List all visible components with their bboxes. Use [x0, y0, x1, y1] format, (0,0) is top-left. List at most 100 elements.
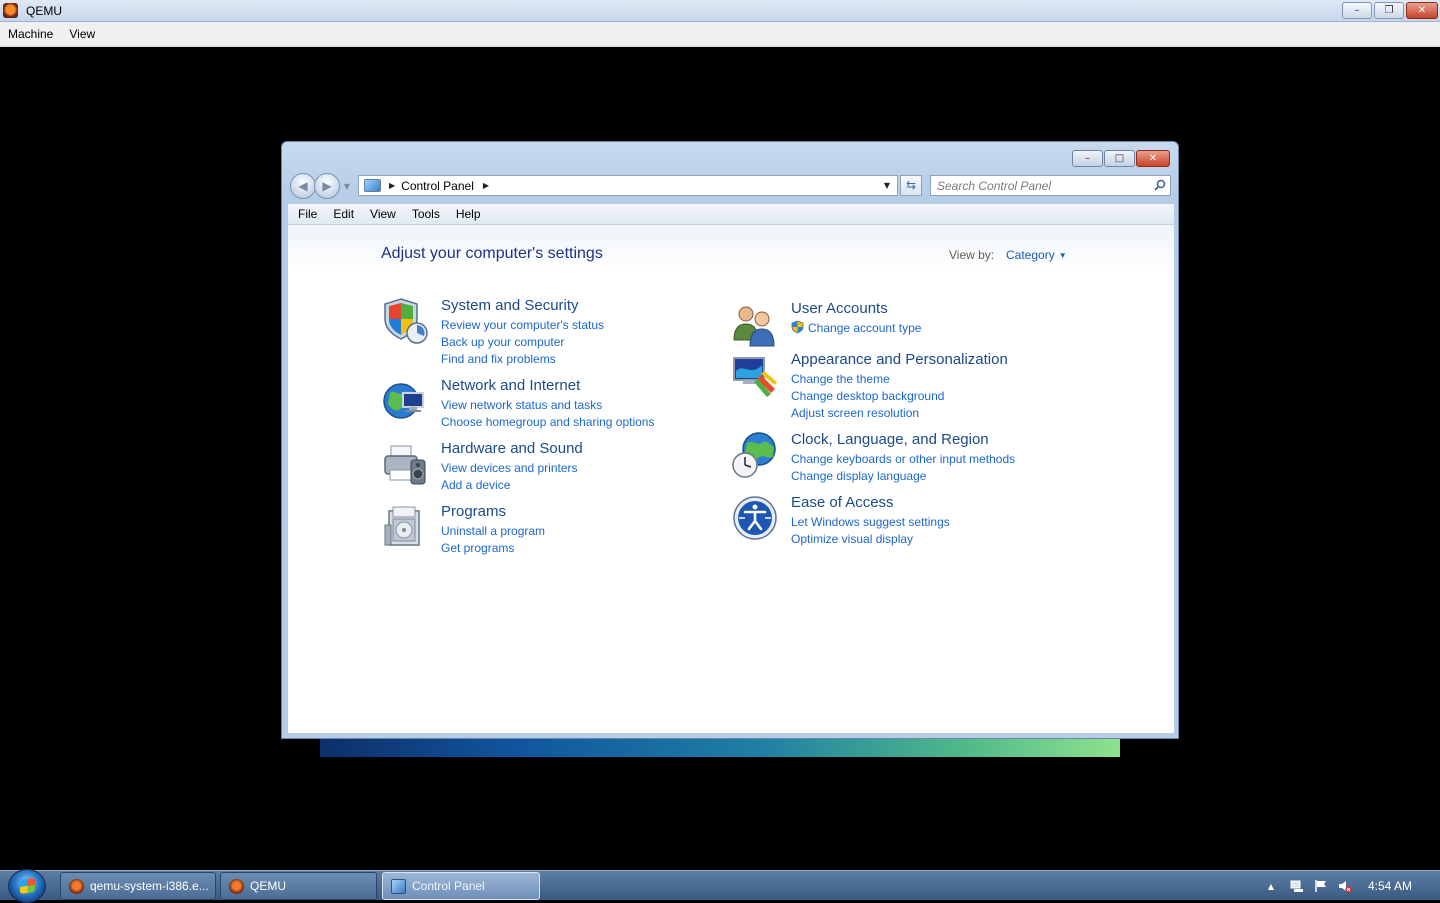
window-menubar: File Edit View Tools Help	[288, 203, 1174, 225]
minimize-button[interactable]: –	[1072, 150, 1103, 167]
taskbar-button-qemu-system[interactable]: qemu-system-i386.e...	[60, 872, 216, 900]
category-title[interactable]: Appearance and Personalization	[791, 351, 1008, 368]
guest-screen: – □ ✕ ◀ ▶ ▼ ▶ Control Panel ▶ ▼ ⇆ File E	[0, 47, 1440, 870]
taskbar-button-label[interactable]: Control Panel	[412, 879, 485, 893]
link-homegroup-sharing[interactable]: Choose homegroup and sharing options	[441, 414, 654, 431]
menu-edit[interactable]: Edit	[333, 207, 354, 221]
link-get-programs[interactable]: Get programs	[441, 540, 545, 557]
programs-box-icon	[384, 506, 420, 546]
clock-globe-icon	[732, 432, 776, 478]
category-links: Change the theme Change desktop backgrou…	[791, 371, 944, 422]
taskbar-button-label[interactable]: qemu-system-i386.e...	[90, 879, 209, 893]
menu-tools[interactable]: Tools	[412, 207, 440, 221]
category-links: Change keyboards or other input methods …	[791, 451, 1015, 485]
link-display-language[interactable]: Change display language	[791, 468, 1015, 485]
refresh-button[interactable]: ⇆	[900, 175, 922, 196]
category-title[interactable]: Ease of Access	[791, 494, 894, 511]
link-desktop-background[interactable]: Change desktop background	[791, 388, 944, 405]
link-uninstall-program[interactable]: Uninstall a program	[441, 523, 545, 540]
menu-view[interactable]: View	[370, 207, 396, 221]
shield-icon	[384, 298, 428, 344]
menu-help[interactable]: Help	[456, 207, 481, 221]
volume-muted-icon[interactable]	[1338, 879, 1352, 893]
category-links: Change account type	[791, 320, 921, 337]
start-button[interactable]	[8, 869, 46, 903]
taskbar: qemu-system-i386.e... QEMU Control Panel…	[0, 869, 1440, 903]
breadcrumb-arrow-icon[interactable]: ▶	[483, 181, 489, 190]
view-by-dropdown[interactable]: Category ▼	[1006, 248, 1067, 262]
breadcrumb-arrow-icon[interactable]: ▶	[389, 181, 395, 190]
link-back-up[interactable]: Back up your computer	[441, 334, 604, 351]
printer-speaker-icon	[384, 445, 426, 485]
control-panel-icon	[391, 878, 406, 894]
category-links: View network status and tasks Choose hom…	[441, 397, 654, 431]
search-box[interactable]	[930, 175, 1171, 196]
link-screen-resolution[interactable]: Adjust screen resolution	[791, 405, 944, 422]
category-title[interactable]: System and Security	[441, 297, 579, 314]
network-icon[interactable]	[1290, 879, 1304, 893]
link-optimize-visual-display[interactable]: Optimize visual display	[791, 531, 950, 548]
uac-shield-icon	[791, 320, 804, 334]
windows-logo-icon	[20, 877, 35, 895]
chevron-down-icon[interactable]: ▼	[1059, 251, 1067, 260]
window-controls: – □ ✕	[1072, 150, 1170, 167]
qemu-menu-machine[interactable]: Machine	[8, 27, 53, 41]
taskbar-button-label[interactable]: QEMU	[250, 879, 286, 893]
control-panel-icon	[364, 179, 381, 192]
link-change-account-type[interactable]: Change account type	[791, 320, 921, 337]
link-devices-printers[interactable]: View devices and printers	[441, 460, 578, 477]
category-title[interactable]: Hardware and Sound	[441, 440, 583, 457]
category-title[interactable]: Network and Internet	[441, 377, 580, 394]
qemu-menu-view[interactable]: View	[69, 27, 95, 41]
taskbar-button-qemu[interactable]: QEMU	[220, 872, 377, 900]
qemu-app-icon	[3, 3, 18, 18]
qemu-close-button[interactable]: ✕	[1406, 2, 1438, 19]
view-by-value[interactable]: Category	[1006, 248, 1055, 262]
link-label[interactable]: Change account type	[808, 321, 921, 335]
forward-button[interactable]: ▶	[314, 173, 340, 199]
close-button[interactable]: ✕	[1136, 150, 1170, 167]
address-dropdown-icon[interactable]: ▼	[879, 176, 895, 195]
link-suggest-settings[interactable]: Let Windows suggest settings	[791, 514, 950, 531]
menu-file[interactable]: File	[298, 207, 317, 221]
link-review-status[interactable]: Review your computer's status	[441, 317, 604, 334]
category-title[interactable]: Clock, Language, and Region	[791, 431, 989, 448]
qemu-app-icon	[69, 878, 84, 894]
back-button[interactable]: ◀	[290, 173, 316, 199]
category-links: Let Windows suggest settings Optimize vi…	[791, 514, 950, 548]
desktop-gradient-strip	[320, 739, 1120, 757]
qemu-menubar: Machine View	[0, 22, 1440, 47]
link-add-device[interactable]: Add a device	[441, 477, 578, 494]
monitor-paint-icon	[733, 357, 777, 397]
action-center-flag-icon[interactable]	[1314, 879, 1328, 893]
qemu-window-controls: – ❐ ✕	[1342, 2, 1438, 19]
maximize-button[interactable]: □	[1104, 150, 1135, 167]
link-network-status[interactable]: View network status and tasks	[441, 397, 654, 414]
system-tray: ▲ 4:54 AM	[1268, 871, 1440, 901]
link-keyboards-input[interactable]: Change keyboards or other input methods	[791, 451, 1015, 468]
link-change-theme[interactable]: Change the theme	[791, 371, 944, 388]
control-panel-content: Adjust your computer's settings View by:…	[288, 225, 1174, 733]
search-input[interactable]	[937, 178, 1147, 193]
view-by-label: View by:	[949, 248, 995, 262]
qemu-minimize-button[interactable]: –	[1342, 2, 1372, 19]
search-icon[interactable]	[1154, 179, 1166, 191]
category-links: View devices and printers Add a device	[441, 460, 578, 494]
category-title[interactable]: User Accounts	[791, 300, 888, 317]
address-bar[interactable]: ▶ Control Panel ▶ ▼	[358, 175, 898, 196]
taskbar-clock[interactable]: 4:54 AM	[1368, 879, 1412, 893]
category-links: Uninstall a program Get programs	[441, 523, 545, 557]
category-title[interactable]: Programs	[441, 503, 506, 520]
users-icon	[733, 306, 775, 347]
breadcrumb-control-panel[interactable]: Control Panel	[401, 179, 474, 193]
navigation-buttons: ◀ ▶ ▼	[290, 173, 352, 199]
ease-of-access-icon	[733, 496, 777, 540]
taskbar-button-control-panel[interactable]: Control Panel	[382, 872, 540, 900]
page-title: Adjust your computer's settings	[381, 245, 603, 262]
category-links: Review your computer's status Back up yo…	[441, 317, 604, 368]
qemu-titlebar: QEMU – ❐ ✕	[0, 0, 1440, 22]
recent-pages-dropdown-icon[interactable]: ▼	[342, 182, 352, 191]
qemu-restore-button[interactable]: ❐	[1374, 2, 1404, 19]
show-hidden-icons-icon[interactable]: ▲	[1268, 882, 1274, 891]
link-find-fix-problems[interactable]: Find and fix problems	[441, 351, 604, 368]
